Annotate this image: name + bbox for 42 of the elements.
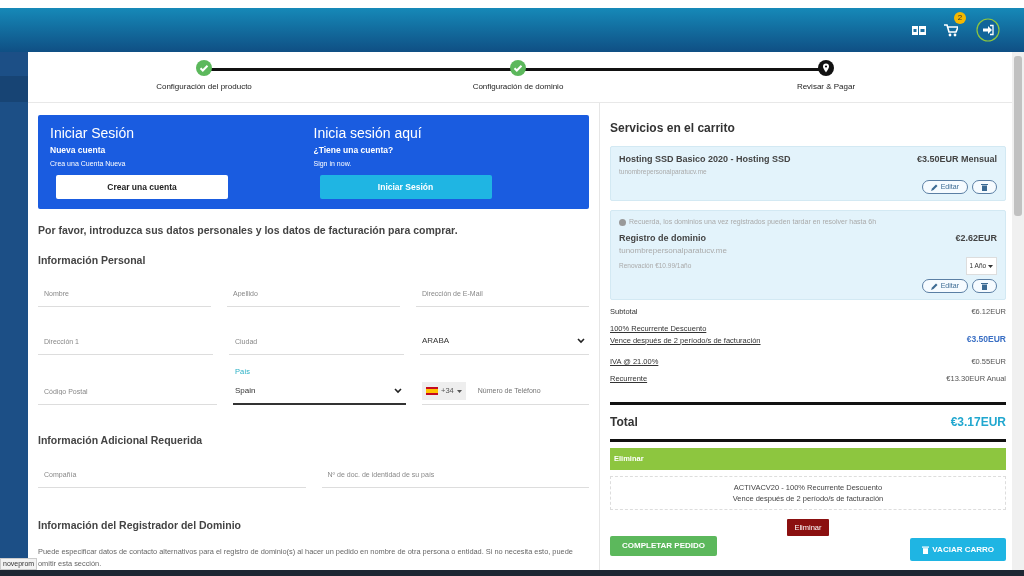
step-label: Revisar & Pagar (796, 81, 856, 93)
delete-button[interactable] (972, 279, 997, 293)
create-account-button[interactable]: Crear una cuenta (56, 175, 228, 200)
chevron-down-icon (577, 338, 585, 344)
panel-subtitle: Nueva cuenta (50, 144, 107, 157)
caret-icon (456, 389, 462, 393)
instruction-text: Por favor, introduzca sus datos personales y los datos de facturación para comprar. (38, 223, 459, 238)
section-title: Información Personal (38, 252, 147, 268)
step-label: Configuración del producto (156, 81, 252, 93)
panel-title: Inicia sesión aquí (313, 125, 423, 142)
item-price: €2.62EUR (955, 231, 997, 245)
summary-value: €3.50EUR (966, 333, 1006, 346)
scrollbar-thumb[interactable] (1014, 56, 1022, 216)
total-label: Total (610, 414, 638, 432)
select-value: ARABA (422, 335, 450, 347)
trash-icon (981, 183, 988, 192)
item-name: Registro de dominio (619, 231, 706, 245)
cart-title: Servicios en el carrito (610, 120, 736, 137)
item-price: €3.50EUR Mensual (916, 153, 997, 166)
pencil-icon (930, 183, 938, 191)
total-value: €3.17EUR (950, 414, 1006, 432)
chevron-down-icon (394, 387, 402, 394)
spain-flag-icon (426, 387, 438, 395)
select-value: Spain (235, 384, 256, 397)
panel-title: Iniciar Sesión (50, 125, 136, 142)
select-field[interactable]: ARABA (420, 328, 589, 355)
panel-subtitle: ¿Tiene una cuenta? (313, 144, 395, 157)
cart-icon[interactable] (944, 24, 958, 38)
item-domain: tunombrepersonalparatucv.me (619, 245, 728, 258)
login-icon[interactable] (976, 18, 1000, 42)
pencil-icon (930, 282, 938, 290)
delete-button[interactable] (972, 180, 997, 195)
item-name: Hosting SSD Basico 2020 - Hosting SSD (619, 153, 791, 166)
trash-icon (922, 545, 930, 554)
trash-icon (981, 282, 988, 290)
language-icon[interactable] (912, 25, 926, 35)
section-title: Información Adicional Requerida (38, 432, 204, 448)
info-icon (619, 219, 626, 226)
caret-icon (988, 265, 993, 269)
section-title: Información del Registrador del Dominio (38, 518, 243, 534)
cart-count-badge: 2 (954, 12, 966, 24)
step-label: Configuración de dominio (472, 81, 564, 93)
